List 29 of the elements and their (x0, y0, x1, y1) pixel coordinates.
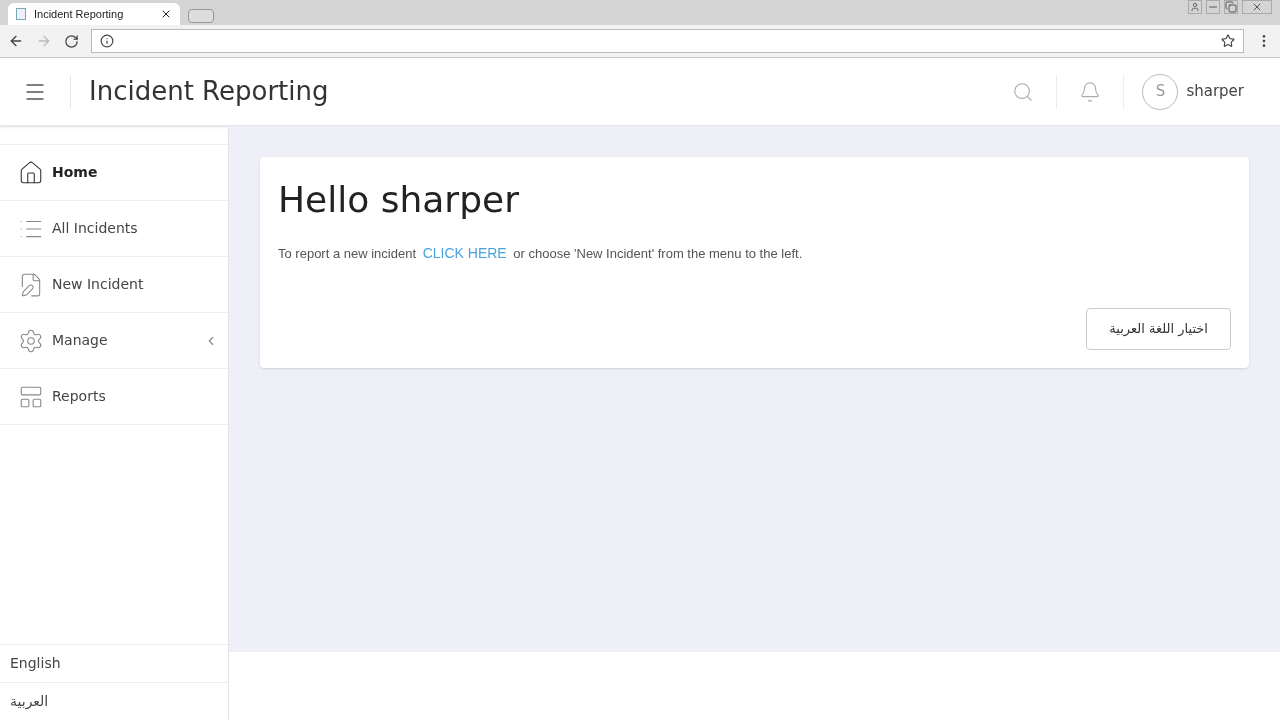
greeting-heading: Hello sharper (278, 178, 519, 222)
language-option[interactable]: العربية (0, 682, 228, 720)
page-icon (16, 8, 26, 20)
bell-icon[interactable] (1079, 80, 1102, 103)
star-icon[interactable] (1221, 34, 1235, 48)
sidebar-item[interactable]: All Incidents (0, 201, 228, 257)
profile-icon[interactable] (1188, 0, 1202, 14)
app-title: Incident Reporting (89, 75, 330, 108)
gear-icon (18, 327, 44, 354)
sidebar-item[interactable]: Reports (0, 369, 228, 425)
close-window-icon[interactable] (1242, 0, 1272, 14)
language-option[interactable]: English (0, 644, 228, 682)
back-icon[interactable] (8, 33, 24, 49)
reload-icon[interactable] (64, 33, 79, 49)
info-icon (100, 34, 114, 48)
browser-tab[interactable]: Incident Reporting (8, 3, 180, 25)
minimize-icon[interactable] (1206, 0, 1220, 14)
house-icon (18, 159, 44, 186)
sidebar-item[interactable]: Manage (0, 313, 228, 369)
tab-title: Incident Reporting (34, 6, 125, 22)
username[interactable]: sharper (1186, 80, 1244, 103)
restore-icon[interactable] (1224, 0, 1238, 14)
search-icon[interactable] (1012, 80, 1035, 103)
arabic-language-button[interactable]: اختيار اللغة العربية (1086, 308, 1231, 350)
sidebar-item[interactable]: Home (0, 145, 228, 201)
close-icon[interactable] (160, 8, 172, 20)
new-tab-button[interactable] (188, 9, 214, 23)
sidebar-item[interactable]: New Incident (0, 257, 228, 313)
instruction-text: To report a new incident CLICK HERE or choose 'New Incident' from the menu to the left. (278, 244, 803, 263)
